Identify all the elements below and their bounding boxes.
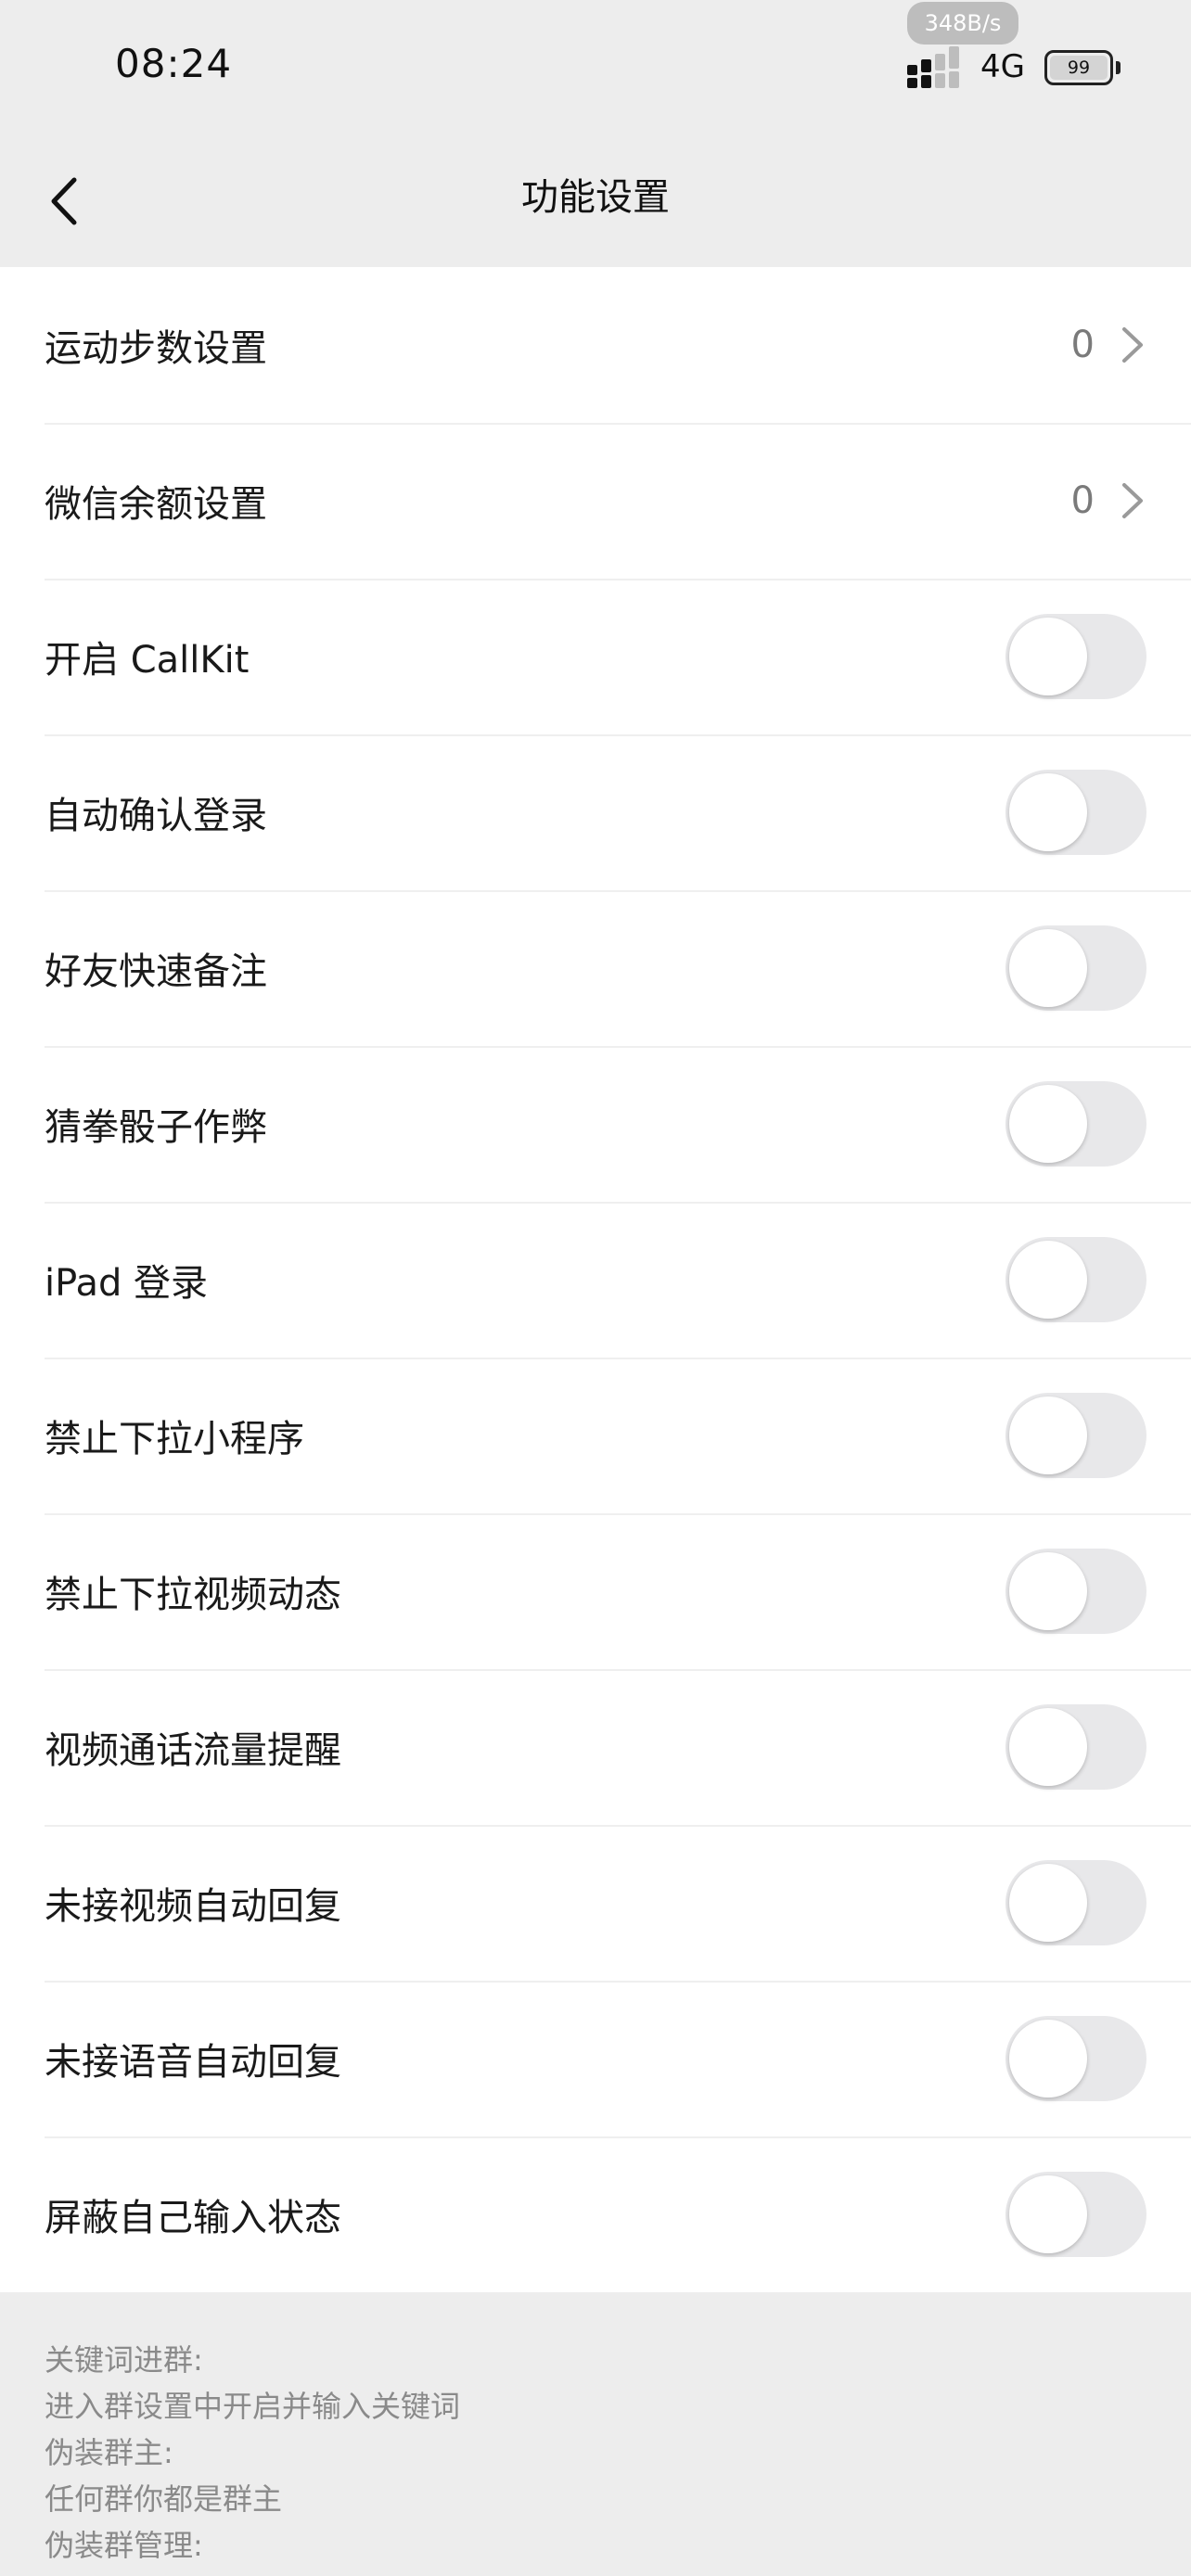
callkit-toggle[interactable] bbox=[1005, 614, 1146, 699]
missed-video-auto-reply-toggle[interactable] bbox=[1005, 1860, 1146, 1945]
chevron-right-icon bbox=[1119, 324, 1146, 366]
setting-row-wallet-balance[interactable]: 微信余额设置 0 bbox=[0, 423, 1191, 579]
setting-row-auto-confirm-login: 自动确认登录 bbox=[0, 734, 1191, 890]
ipad-login-toggle[interactable] bbox=[1005, 1237, 1146, 1322]
setting-row-missed-video-auto-reply: 未接视频自动回复 bbox=[0, 1825, 1191, 1981]
footer-note-line: 任何群你都是群主 bbox=[45, 2481, 283, 2517]
toggle-knob bbox=[1009, 929, 1087, 1007]
toggle-knob bbox=[1009, 1241, 1087, 1319]
setting-row-callkit: 开启 CallKit bbox=[0, 579, 1191, 734]
setting-label: 好友快速备注 bbox=[45, 950, 267, 993]
toggle-knob bbox=[1009, 1552, 1087, 1630]
footer-note-line: 关键词进群: bbox=[45, 2342, 203, 2378]
network-speed-badge: 348B/s bbox=[907, 2, 1018, 45]
toggle-knob bbox=[1009, 2020, 1087, 2098]
toggle-knob bbox=[1009, 1085, 1087, 1163]
footer-note-line: 进入群设置中开启并输入关键词 bbox=[45, 2389, 461, 2424]
setting-label: iPad 登录 bbox=[45, 1262, 209, 1305]
settings-screen: 08:24 348B/s 4G 99 功能设置 运动步数设置 0 微信余额设置 … bbox=[0, 0, 1191, 2576]
toggle-knob bbox=[1009, 773, 1087, 851]
setting-label: 微信余额设置 bbox=[45, 483, 267, 526]
setting-row-dice-cheat: 猜拳骰子作弊 bbox=[0, 1046, 1191, 1202]
setting-value: 0 bbox=[1070, 479, 1095, 522]
toggle-knob bbox=[1009, 2175, 1087, 2253]
setting-row-block-mini-programs: 禁止下拉小程序 bbox=[0, 1358, 1191, 1513]
setting-label: 猜拳骰子作弊 bbox=[45, 1106, 267, 1149]
setting-label: 自动确认登录 bbox=[45, 795, 267, 837]
block-video-feed-toggle[interactable] bbox=[1005, 1549, 1146, 1634]
network-type-label: 4G bbox=[980, 48, 1025, 85]
battery-level: 99 bbox=[1050, 56, 1108, 80]
setting-label: 开启 CallKit bbox=[45, 639, 250, 682]
footer-notes: 关键词进群: 进入群设置中开启并输入关键词 伪装群主: 任何群你都是群主 伪装群… bbox=[45, 2337, 1158, 2569]
status-bar: 08:24 348B/s 4G 99 bbox=[0, 0, 1191, 139]
setting-row-block-video-feed: 禁止下拉视频动态 bbox=[0, 1513, 1191, 1669]
status-time: 08:24 bbox=[115, 41, 233, 86]
video-call-data-alert-toggle[interactable] bbox=[1005, 1704, 1146, 1790]
setting-row-ipad-login: iPad 登录 bbox=[0, 1202, 1191, 1358]
setting-label: 屏蔽自己输入状态 bbox=[45, 2197, 341, 2239]
setting-label: 未接语音自动回复 bbox=[45, 2041, 341, 2084]
setting-label: 禁止下拉视频动态 bbox=[45, 1574, 341, 1616]
setting-row-hide-typing-status: 屏蔽自己输入状态 bbox=[0, 2136, 1191, 2292]
cellular-signal-icon bbox=[905, 46, 965, 89]
setting-label: 未接视频自动回复 bbox=[45, 1885, 341, 1928]
toggle-knob bbox=[1009, 1708, 1087, 1786]
quick-remark-toggle[interactable] bbox=[1005, 925, 1146, 1011]
setting-label: 视频通话流量提醒 bbox=[45, 1729, 341, 1772]
auto-confirm-login-toggle[interactable] bbox=[1005, 770, 1146, 855]
hide-typing-status-toggle[interactable] bbox=[1005, 2172, 1146, 2257]
setting-row-quick-remark: 好友快速备注 bbox=[0, 890, 1191, 1046]
chevron-right-icon bbox=[1119, 479, 1146, 522]
setting-label: 运动步数设置 bbox=[45, 327, 267, 370]
footer-note-line: 伪装群主: bbox=[45, 2435, 173, 2470]
toggle-knob bbox=[1009, 618, 1087, 695]
dice-cheat-toggle[interactable] bbox=[1005, 1081, 1146, 1167]
footer-note-line: 伪装群管理: bbox=[45, 2528, 203, 2563]
setting-row-video-call-data-alert: 视频通话流量提醒 bbox=[0, 1669, 1191, 1825]
block-mini-programs-toggle[interactable] bbox=[1005, 1393, 1146, 1478]
setting-row-step-count[interactable]: 运动步数设置 0 bbox=[0, 267, 1191, 423]
toggle-knob bbox=[1009, 1864, 1087, 1942]
toggle-knob bbox=[1009, 1396, 1087, 1474]
settings-list: 运动步数设置 0 微信余额设置 0 开启 CallKit 自动确认登录 好友快速… bbox=[0, 267, 1191, 2292]
setting-label: 禁止下拉小程序 bbox=[45, 1418, 304, 1460]
setting-row-missed-voice-auto-reply: 未接语音自动回复 bbox=[0, 1981, 1191, 2136]
navigation-bar: 功能设置 bbox=[0, 139, 1191, 267]
missed-voice-auto-reply-toggle[interactable] bbox=[1005, 2016, 1146, 2101]
battery-icon: 99 bbox=[1044, 50, 1122, 85]
page-title: 功能设置 bbox=[521, 176, 670, 219]
setting-value: 0 bbox=[1070, 324, 1095, 366]
